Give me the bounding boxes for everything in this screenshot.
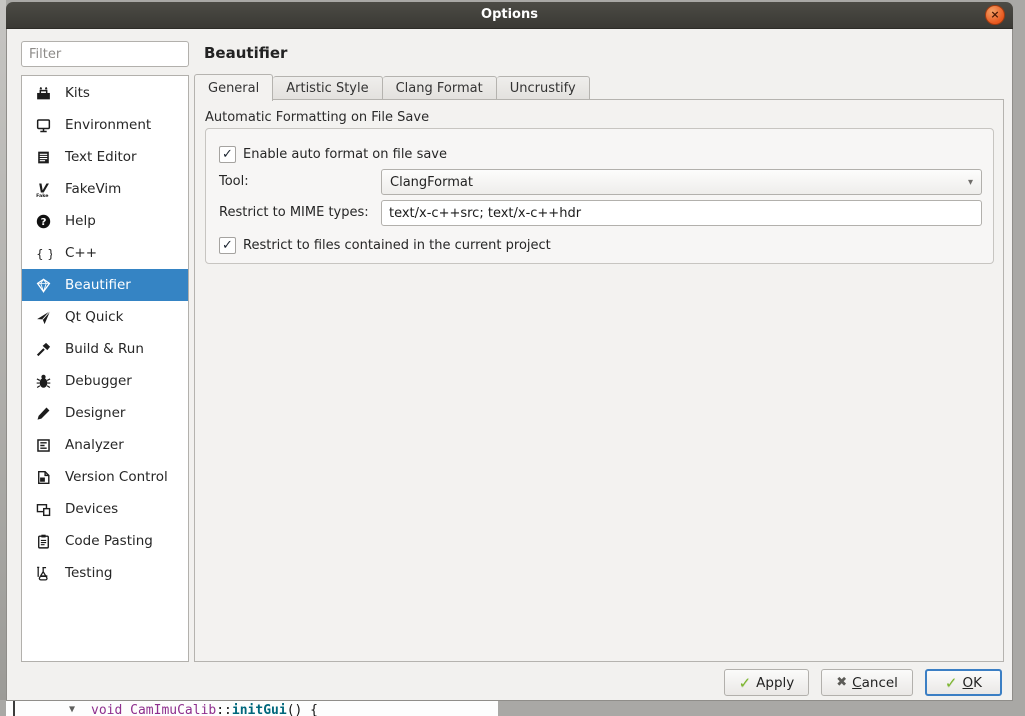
sidebar-item-label: Build & Run bbox=[65, 341, 144, 357]
clipboard-icon bbox=[35, 533, 52, 550]
tab-general[interactable]: General bbox=[194, 74, 273, 101]
svg-text:{ }: { } bbox=[36, 246, 52, 260]
tool-combobox-value: ClangFormat bbox=[390, 175, 473, 190]
options-dialog: Options × Kits Environment Text Editor V… bbox=[6, 2, 1013, 701]
code-fold-icon[interactable]: ▼ bbox=[69, 704, 75, 715]
screens-icon bbox=[35, 501, 52, 518]
document-lines-icon bbox=[35, 149, 52, 166]
beautifier-tabbar: General Artistic Style Clang Format Uncr… bbox=[194, 73, 590, 100]
ok-button[interactable]: ✓ OK bbox=[925, 669, 1002, 696]
filter-input[interactable] bbox=[21, 41, 189, 67]
sidebar-item-label: Devices bbox=[65, 501, 118, 517]
svg-text:?: ? bbox=[41, 216, 47, 227]
sidebar-item-label: Code Pasting bbox=[65, 533, 153, 549]
cancel-button[interactable]: ✖ Cancel bbox=[821, 669, 913, 696]
sidebar-item-label: Version Control bbox=[65, 469, 168, 485]
restrict-project-checkbox-row: ✓ Restrict to files contained in the cur… bbox=[219, 237, 551, 254]
sidebar-item-label: Analyzer bbox=[65, 437, 124, 453]
chevron-down-icon: ▾ bbox=[968, 177, 973, 188]
restrict-project-label[interactable]: Restrict to files contained in the curre… bbox=[243, 238, 551, 253]
code-text: void CamImuCalib::initGui() { bbox=[91, 703, 318, 716]
apply-button[interactable]: ✓ Apply bbox=[724, 669, 810, 696]
window-title: Options bbox=[6, 7, 1013, 22]
close-icon[interactable]: × bbox=[985, 5, 1005, 25]
titlebar[interactable]: Options × bbox=[6, 2, 1013, 29]
sidebar-item-environment[interactable]: Environment bbox=[22, 109, 188, 141]
cancel-button-label: Cancel bbox=[852, 675, 898, 691]
sidebar-item-label: Beautifier bbox=[65, 277, 131, 293]
paper-plane-icon bbox=[35, 309, 52, 326]
sidebar-item-fakevim[interactable]: VFake FakeVim bbox=[22, 173, 188, 205]
ok-button-label: OK bbox=[963, 675, 983, 691]
cross-icon: ✖ bbox=[836, 675, 847, 690]
mime-types-input[interactable] bbox=[381, 200, 982, 226]
sidebar-item-label: Qt Quick bbox=[65, 309, 123, 325]
sidebar-item-debugger[interactable]: Debugger bbox=[22, 365, 188, 397]
sidebar-item-version-control[interactable]: Version Control bbox=[22, 461, 188, 493]
enable-auto-format-checkbox-row: ✓ Enable auto format on file save bbox=[219, 146, 447, 163]
sidebar-item-label: Help bbox=[65, 213, 96, 229]
tool-label: Tool: bbox=[219, 174, 249, 189]
monitor-icon bbox=[35, 117, 52, 134]
sidebar-item-label: Debugger bbox=[65, 373, 132, 389]
sidebar-item-analyzer[interactable]: Analyzer bbox=[22, 429, 188, 461]
enable-auto-format-label[interactable]: Enable auto format on file save bbox=[243, 147, 447, 162]
apply-button-label: Apply bbox=[756, 675, 794, 691]
tab-artistic-style[interactable]: Artistic Style bbox=[273, 76, 382, 100]
sidebar-item-label: Text Editor bbox=[65, 149, 137, 165]
check-icon: ✓ bbox=[739, 674, 752, 692]
sidebar-item-beautifier[interactable]: Beautifier bbox=[22, 269, 188, 301]
sidebar-item-kits[interactable]: Kits bbox=[22, 77, 188, 109]
background-code-editor: 89 ▼ void CamImuCalib::initGui() { bbox=[6, 701, 498, 716]
page-fold-icon bbox=[35, 469, 52, 486]
tab-uncrustify[interactable]: Uncrustify bbox=[497, 76, 590, 100]
sidebar-item-testing[interactable]: Testing bbox=[22, 557, 188, 589]
page-title: Beautifier bbox=[204, 44, 287, 62]
options-category-list: Kits Environment Text Editor VFake FakeV… bbox=[21, 75, 189, 662]
sidebar-item-label: FakeVim bbox=[65, 181, 121, 197]
flask-icon bbox=[35, 565, 52, 582]
analyzer-chart-icon bbox=[35, 437, 52, 454]
sidebar-item-designer[interactable]: Designer bbox=[22, 397, 188, 429]
toolbox-icon bbox=[35, 85, 52, 102]
pencil-icon bbox=[35, 405, 52, 422]
diamond-icon bbox=[35, 277, 52, 294]
sidebar-item-text-editor[interactable]: Text Editor bbox=[22, 141, 188, 173]
dialog-buttons: ✓ Apply ✖ Cancel ✓ OK bbox=[724, 669, 1002, 696]
mime-types-label: Restrict to MIME types: bbox=[219, 205, 369, 220]
sidebar-item-devices[interactable]: Devices bbox=[22, 493, 188, 525]
vim-icon: VFake bbox=[35, 181, 52, 198]
sidebar-item-label: Kits bbox=[65, 85, 90, 101]
sidebar-item-code-pasting[interactable]: Code Pasting bbox=[22, 525, 188, 557]
tool-combobox[interactable]: ClangFormat ▾ bbox=[381, 169, 982, 195]
braces-icon: { } bbox=[35, 245, 52, 262]
groupbox-title: Automatic Formatting on File Save bbox=[205, 110, 429, 125]
sidebar-item-label: C++ bbox=[65, 245, 97, 261]
question-circle-icon: ? bbox=[35, 213, 52, 230]
svg-text:Fake: Fake bbox=[36, 192, 48, 197]
sidebar-item-label: Testing bbox=[65, 565, 112, 581]
sidebar-item-qt-quick[interactable]: Qt Quick bbox=[22, 301, 188, 333]
enable-auto-format-checkbox[interactable]: ✓ bbox=[219, 146, 236, 163]
hammer-icon bbox=[35, 341, 52, 358]
check-icon: ✓ bbox=[945, 674, 958, 692]
sidebar-item-label: Designer bbox=[65, 405, 125, 421]
sidebar-item-help[interactable]: ? Help bbox=[22, 205, 188, 237]
sidebar-item-build-run[interactable]: Build & Run bbox=[22, 333, 188, 365]
sidebar-item-cpp[interactable]: { } C++ bbox=[22, 237, 188, 269]
tab-clang-format[interactable]: Clang Format bbox=[383, 76, 497, 100]
bug-icon bbox=[35, 373, 52, 390]
sidebar-item-label: Environment bbox=[65, 117, 151, 133]
restrict-project-checkbox[interactable]: ✓ bbox=[219, 237, 236, 254]
